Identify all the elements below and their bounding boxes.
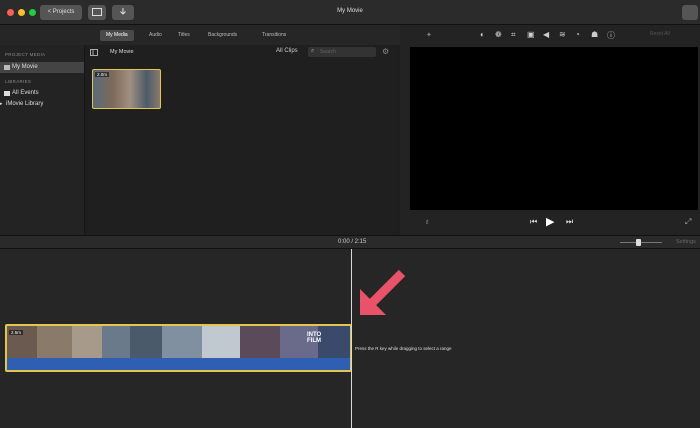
window-title: My Movie [337, 8, 363, 14]
filter-icon[interactable]: ☗ [591, 30, 598, 39]
sidebar-item-label: iMovie Library [6, 101, 44, 107]
zoom-slider-knob[interactable] [636, 239, 641, 246]
microphone-icon[interactable]: ♁ [424, 217, 430, 226]
search-placeholder: Search [320, 49, 336, 55]
libraries-header: LIBRARIES [5, 79, 32, 84]
color-balance-icon[interactable]: ◐ [480, 30, 485, 39]
project-media-header: PROJECT MEDIA [5, 52, 46, 57]
clip-duration-badge: 2.5m [9, 330, 24, 335]
playhead[interactable] [351, 249, 352, 428]
gear-icon[interactable]: ⚙ [382, 47, 389, 56]
sidebar-item-my-movie[interactable]: My Movie [0, 62, 84, 73]
tab-my-media[interactable]: My Media [100, 30, 134, 41]
skip-forward-icon[interactable]: ⏭ [566, 217, 573, 227]
noise-reduction-icon[interactable]: ≋ [559, 30, 566, 39]
film-icon [4, 65, 10, 70]
disclosure-triangle-icon[interactable]: ▸ [0, 99, 3, 110]
event-icon [4, 91, 10, 96]
speed-icon[interactable]: ◔ [575, 30, 580, 39]
stabilization-icon[interactable]: ▣ [527, 30, 535, 39]
share-button[interactable] [682, 5, 698, 20]
pointer-arrow-annotation [360, 269, 406, 315]
title-bar: < Projects My Movie [0, 0, 700, 25]
crop-icon[interactable]: ⌗ [511, 30, 516, 40]
zoom-slider-track[interactable] [620, 242, 662, 243]
media-browser: My Movie All Clips ⌕ Search ⚙ 2.0m [86, 45, 394, 235]
event-name: My Movie [110, 49, 134, 55]
range-selection-hint: Press the R key while dragging to select… [355, 346, 452, 351]
sidebar-item-label: My Movie [12, 64, 38, 70]
sidebar-item-imovie-library[interactable]: ▸ iMovie Library [0, 99, 84, 110]
libraries-sidebar: PROJECT MEDIA My Movie LIBRARIES All Eve… [0, 45, 85, 235]
timeline-settings-button[interactable]: Settings [676, 239, 696, 245]
magic-wand-icon[interactable]: ✦ [426, 31, 432, 39]
info-icon[interactable]: ⓘ [607, 30, 615, 41]
sidebar-item-label: All Events [12, 90, 39, 96]
sidebar-toggle-icon[interactable] [90, 49, 98, 56]
tab-titles[interactable]: Titles [172, 30, 196, 41]
skip-back-icon[interactable]: ⏮ [530, 217, 537, 227]
tab-audio[interactable]: Audio [143, 30, 168, 41]
play-icon[interactable]: ▶ [546, 215, 554, 228]
search-field[interactable]: ⌕ Search [308, 47, 376, 57]
clip-thumbnail[interactable]: 2.0m [92, 69, 161, 109]
search-icon: ⌕ [311, 48, 315, 54]
video-clip[interactable]: 2.5m INTO FILM [5, 324, 352, 372]
timecode: 0:00 / 2:15 [338, 239, 367, 245]
timeline: 2.5m INTO FILM Press the R key while dra… [0, 249, 700, 428]
sidebar-item-all-events[interactable]: All Events [0, 88, 84, 99]
color-correction-icon[interactable]: ❁ [495, 30, 502, 39]
tab-transitions[interactable]: Transitions [256, 30, 292, 41]
clip-duration-badge: 2.0m [95, 72, 110, 77]
fullscreen-icon[interactable]: ⤢ [685, 217, 691, 227]
video-preview [410, 47, 698, 210]
reset-all-button[interactable]: Reset All [650, 31, 670, 37]
audio-waveform[interactable] [7, 358, 350, 370]
title-overlay-text: INTO FILM [307, 332, 322, 344]
tab-backgrounds[interactable]: Backgrounds [202, 30, 243, 41]
clip-filter-select[interactable]: All Clips [276, 48, 298, 54]
timeline-header: 0:00 / 2:15 Settings [0, 235, 700, 249]
viewer-panel: ✦ ◐ ❁ ⌗ ▣ ◀ ≋ ◔ ☗ ⓘ Reset All ♁ ⏮ ▶ ⏭ ⤢ [400, 25, 700, 235]
volume-icon[interactable]: ◀ [543, 30, 549, 39]
